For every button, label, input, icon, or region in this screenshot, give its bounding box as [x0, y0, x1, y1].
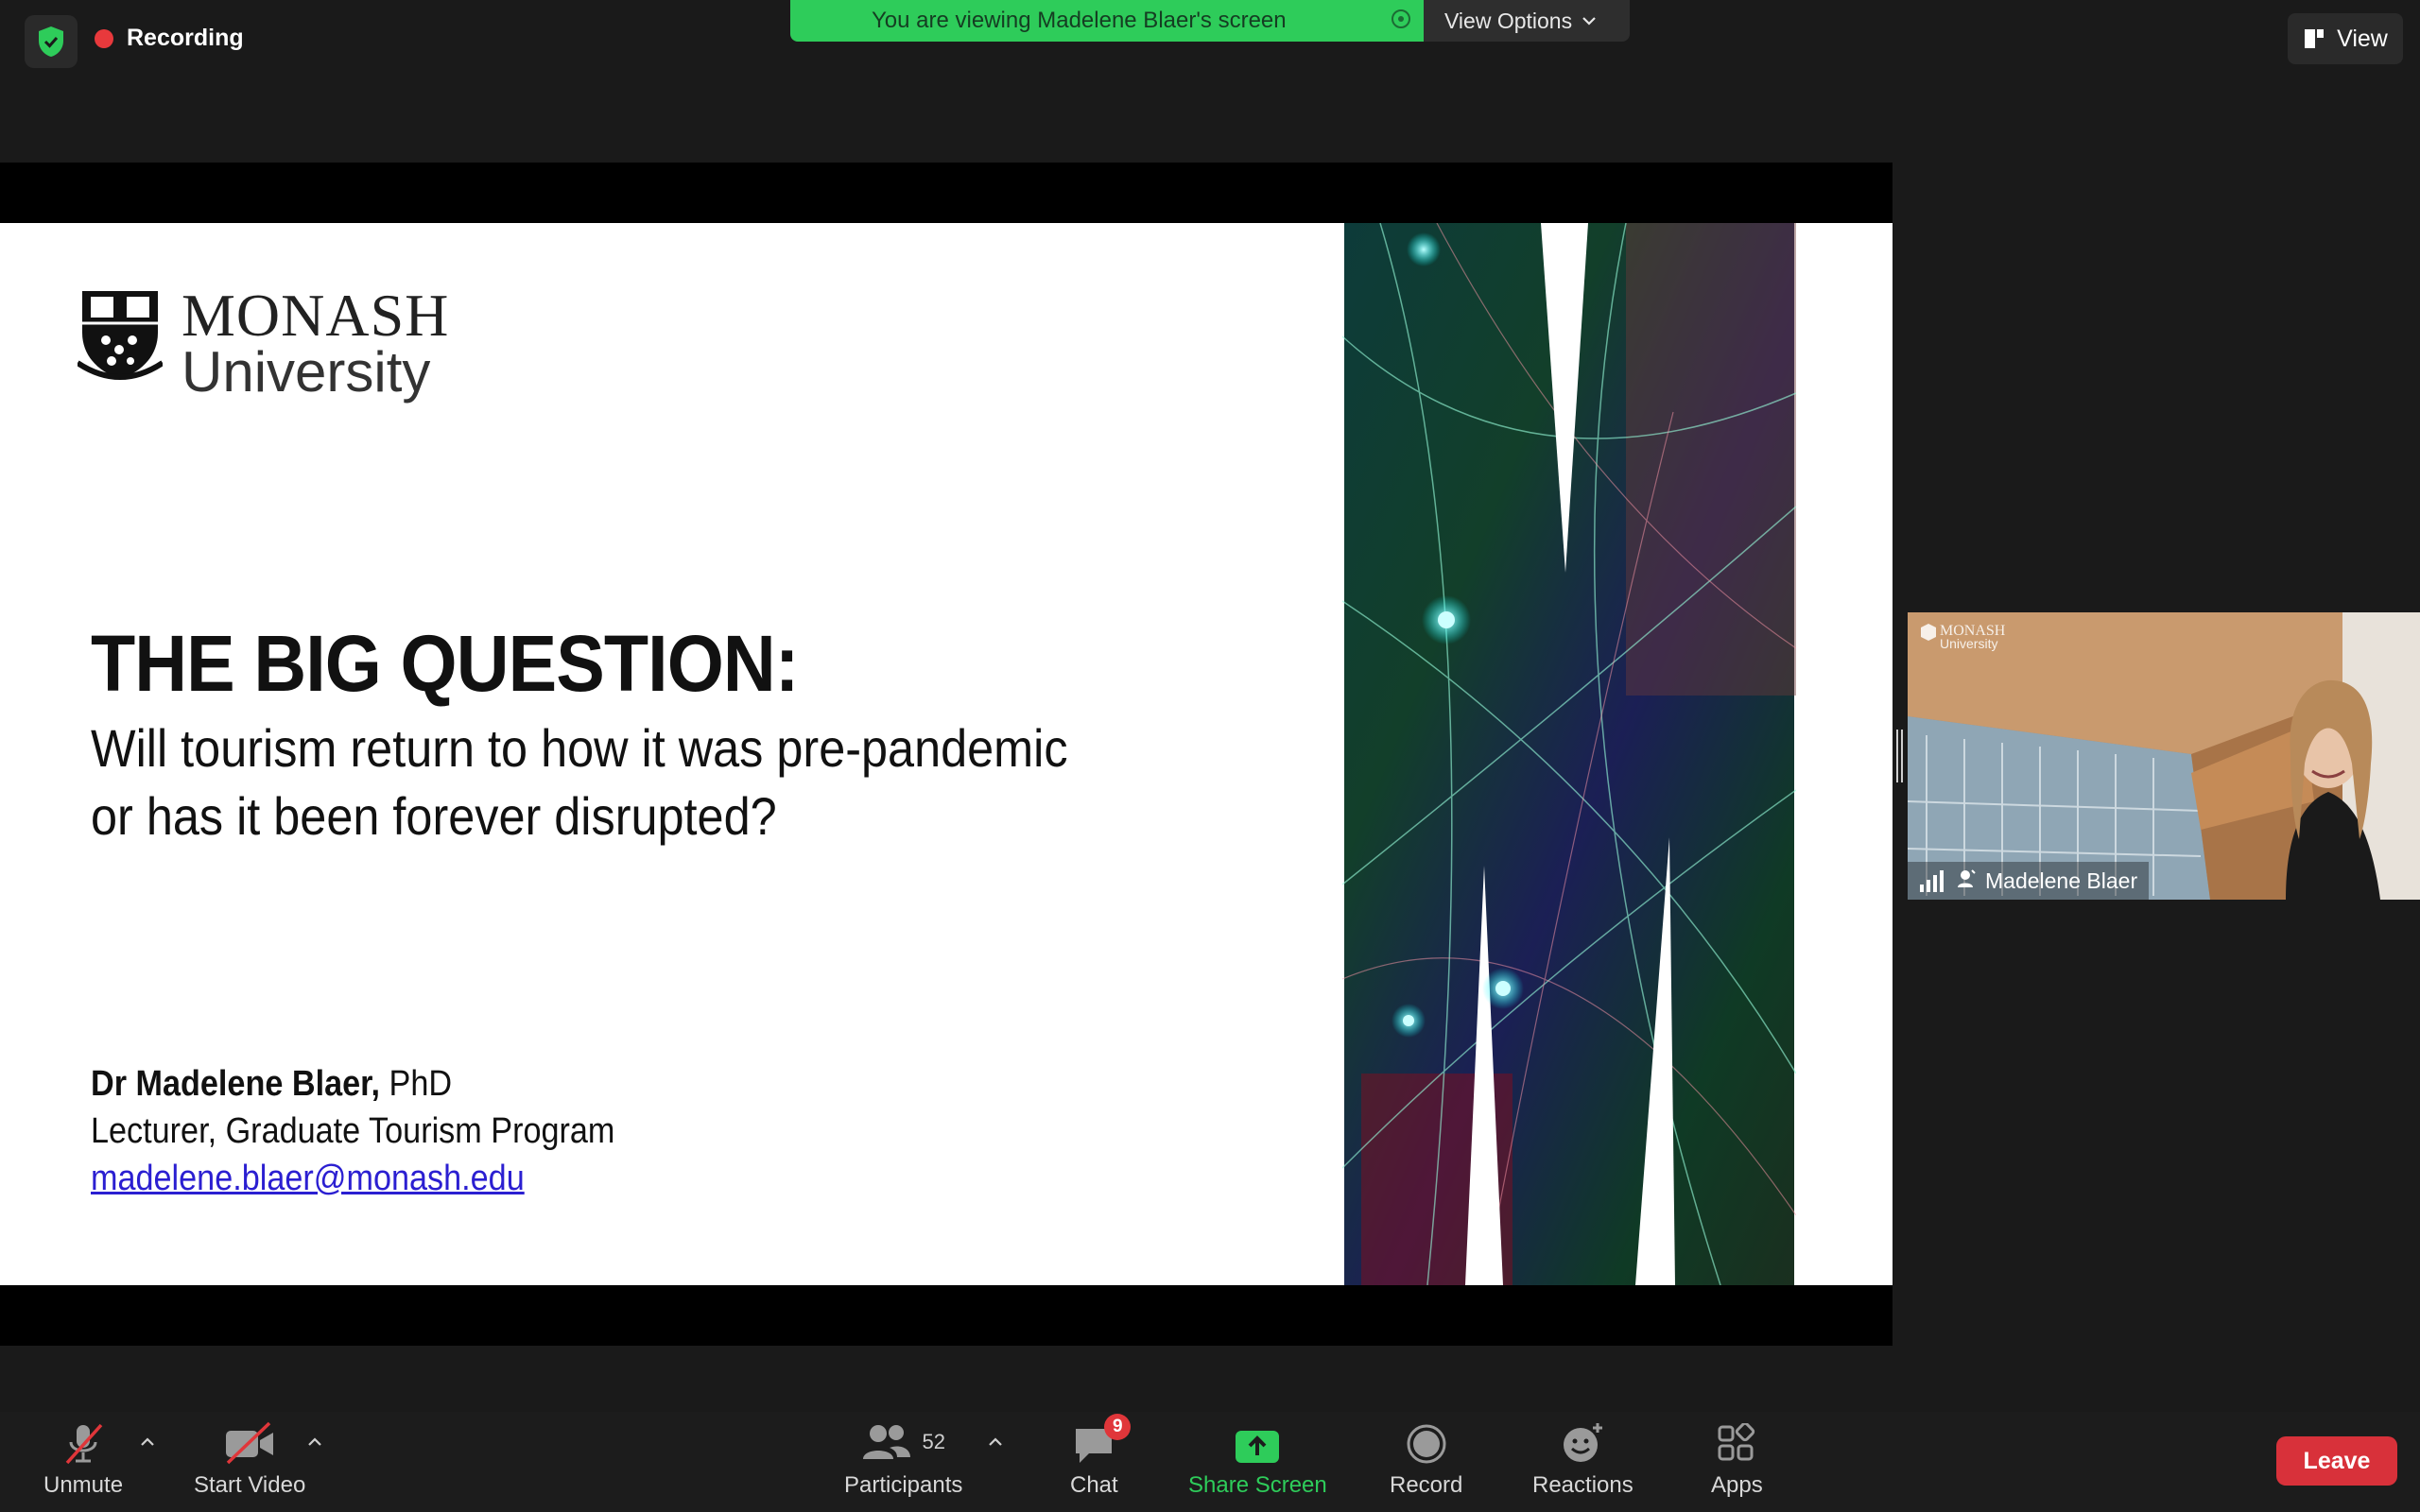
- record-icon: [1407, 1424, 1446, 1464]
- panel-resize-handle[interactable]: [1896, 730, 1904, 782]
- spotlight-pin-icon: [1958, 869, 1976, 887]
- share-screen-button[interactable]: Share Screen: [1188, 1419, 1327, 1499]
- leave-button[interactable]: Leave: [2276, 1436, 2397, 1486]
- monash-logo: MONASH University: [78, 282, 450, 404]
- slide-author-block: Dr Madelene Blaer, PhD Lecturer, Graduat…: [91, 1060, 614, 1202]
- tile-logo-line2: University: [1940, 636, 1997, 651]
- slide-subtitle: Will tourism return to how it was pre-pa…: [91, 718, 1068, 846]
- chat-unread-badge: 9: [1104, 1414, 1132, 1440]
- apps-label: Apps: [1711, 1472, 1763, 1498]
- participant-video-feed: MONASH University: [1908, 612, 2420, 900]
- logo-line1: MONASH: [182, 282, 450, 349]
- unmute-button[interactable]: Unmute: [43, 1419, 123, 1499]
- chat-button[interactable]: 9 Chat: [1070, 1414, 1132, 1499]
- chat-label: Chat: [1070, 1472, 1118, 1498]
- apps-grid-icon: [1718, 1423, 1755, 1461]
- author-email-link[interactable]: madelene.blaer@monash.edu: [91, 1155, 614, 1202]
- apps-button[interactable]: Apps: [1711, 1419, 1763, 1499]
- share-screen-label: Share Screen: [1188, 1472, 1327, 1498]
- view-button[interactable]: View: [2288, 13, 2403, 64]
- view-options-button[interactable]: View Options: [1424, 0, 1630, 42]
- reactions-label: Reactions: [1532, 1472, 1634, 1498]
- reactions-smiley-icon: [1564, 1423, 1603, 1462]
- recording-dot-icon: [95, 28, 113, 48]
- viewing-screen-banner: You are viewing Madelene Blaer's screen: [790, 0, 1424, 42]
- presentation-slide: MONASH University THE BIG QUESTION: Will…: [0, 223, 1893, 1285]
- participant-name-label: Madelene Blaer: [1908, 862, 2150, 900]
- participants-options-chevron-icon[interactable]: [986, 1433, 1005, 1452]
- meeting-toolbar: Unmute Start Video 52 Participants 9 Cha…: [0, 1412, 2420, 1512]
- participants-button[interactable]: 52 Participants: [844, 1419, 962, 1499]
- participant-count: 52: [922, 1430, 945, 1453]
- participant-video-tile[interactable]: MONASH University Madelene Blaer: [1908, 612, 2420, 900]
- logo-line2: University: [182, 339, 431, 404]
- video-camera-off-icon: [226, 1421, 274, 1465]
- author-degree: PhD: [380, 1064, 453, 1104]
- start-video-button[interactable]: Start Video: [194, 1419, 305, 1499]
- banner-text: You are viewing Madelene Blaer's screen: [872, 8, 1287, 33]
- chevron-down-icon: [1582, 17, 1596, 26]
- slide-title: THE BIG QUESTION:: [91, 619, 800, 708]
- participants-label: Participants: [844, 1472, 963, 1498]
- signal-strength-icon: [1920, 870, 1944, 892]
- start-video-label: Start Video: [194, 1472, 306, 1498]
- recording-label: Recording: [127, 25, 244, 51]
- participant-name: Madelene Blaer: [1985, 868, 2138, 893]
- record-label: Record: [1390, 1472, 1463, 1498]
- shared-screen-area: MONASH University THE BIG QUESTION: Will…: [0, 163, 1893, 1346]
- recording-indicator[interactable]: Recording: [95, 25, 244, 52]
- university-crest-icon: [78, 291, 163, 380]
- slide-decorative-art: [1342, 223, 1796, 1285]
- video-options-chevron-icon[interactable]: [305, 1433, 324, 1452]
- microphone-muted-icon: [65, 1423, 103, 1465]
- author-role: Lecturer, Graduate Tourism Program: [91, 1111, 615, 1151]
- author-name: Dr Madelene Blaer,: [91, 1064, 381, 1104]
- security-shield-icon[interactable]: [25, 15, 78, 68]
- participants-icon: [863, 1425, 911, 1459]
- sharing-status-icon: [1392, 9, 1410, 28]
- layout-view-icon: [2305, 29, 2325, 48]
- unmute-label: Unmute: [43, 1472, 124, 1498]
- audio-options-chevron-icon[interactable]: [138, 1433, 157, 1452]
- reactions-button[interactable]: Reactions: [1532, 1419, 1634, 1499]
- view-options-label: View Options: [1444, 8, 1573, 33]
- view-label: View: [2337, 25, 2388, 52]
- share-screen-icon: [1236, 1431, 1280, 1463]
- record-button[interactable]: Record: [1390, 1419, 1462, 1499]
